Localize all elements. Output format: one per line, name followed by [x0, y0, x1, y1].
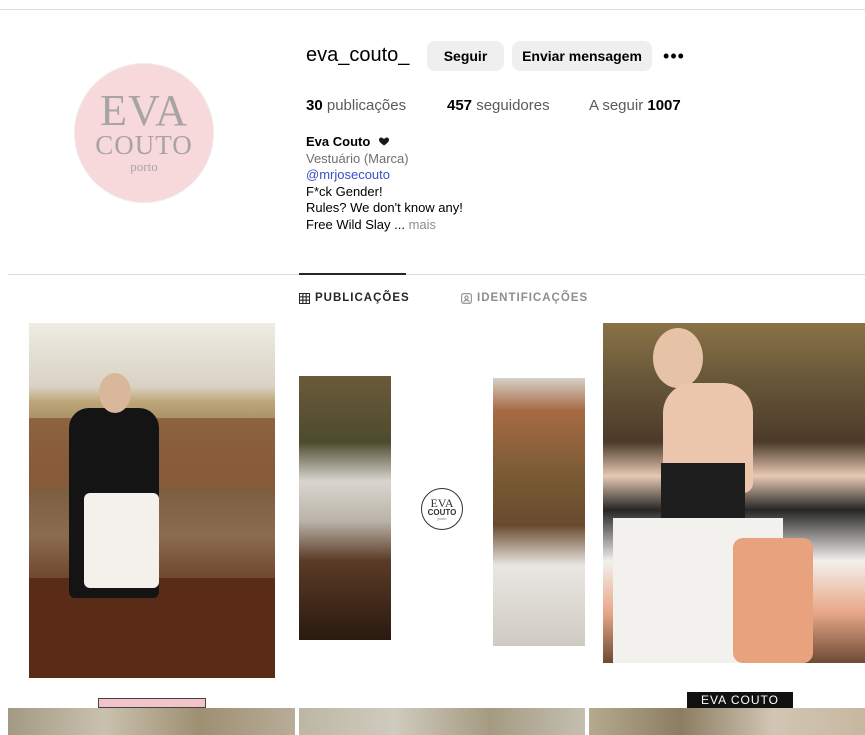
bio-mention-link[interactable]: @mrjosecouto — [306, 167, 463, 184]
followers-label: seguidores — [476, 97, 550, 114]
grid-icon — [299, 292, 310, 304]
tabs-divider — [8, 274, 865, 275]
post-thumbnail-row2-2[interactable] — [299, 708, 585, 735]
posts-stat: 30 publicações — [306, 97, 406, 114]
tab-tagged-label: IDENTIFICAÇÕES — [477, 292, 589, 304]
photo-detail-skirt — [84, 493, 159, 588]
bio-category: Vestuário (Marca) — [306, 150, 409, 166]
follow-button[interactable]: Seguir — [427, 41, 504, 71]
followers-count: 457 — [447, 97, 473, 114]
post-thumbnail-3[interactable] — [493, 378, 585, 646]
posts-count: 30 — [306, 97, 323, 114]
post-thumbnail-2[interactable] — [299, 376, 391, 640]
post-graphic-brand-label: EVA COUTO — [687, 692, 793, 708]
bio-line-2: Rules? We don't know any! — [306, 200, 463, 216]
following-stat[interactable]: A seguir 1007 — [589, 97, 681, 114]
brand-logo-mark: EVA COUTO porto — [421, 488, 463, 530]
send-message-button[interactable]: Enviar mensagem — [512, 41, 652, 71]
post-thumbnail-row2-1[interactable] — [8, 708, 295, 735]
avatar-text-line-1: EVA — [100, 86, 188, 135]
post-thumbnail-4[interactable] — [603, 323, 865, 663]
post-thumbnail-row2-3[interactable] — [589, 708, 865, 735]
bio-line-1: F*ck Gender! — [306, 183, 383, 199]
avatar-text-line-2: COUTO — [95, 130, 193, 160]
photo-detail-head — [653, 328, 703, 388]
tagged-user-icon — [461, 292, 472, 304]
more-options-icon[interactable]: ••• — [662, 42, 686, 70]
post-graphic-pink-strip — [98, 698, 206, 708]
followers-stat[interactable]: 457 seguidores — [447, 97, 550, 114]
tab-tagged[interactable]: IDENTIFICAÇÕES — [461, 292, 588, 304]
brand-logo-line-3: porto — [437, 516, 447, 521]
photo-detail-head — [99, 373, 131, 413]
black-heart-icon — [378, 137, 389, 146]
avatar-text-line-3: porto — [130, 159, 158, 174]
profile-avatar[interactable]: EVA COUTO porto — [74, 63, 214, 203]
bio-name: Eva Couto — [306, 134, 371, 149]
tab-posts-label: PUBLICAÇÕES — [315, 292, 410, 304]
profile-bio: Eva Couto Vestuário (Marca) @mrjosecouto… — [306, 134, 463, 234]
post-thumbnail-1[interactable] — [29, 323, 275, 678]
bio-more-link[interactable]: mais — [409, 217, 436, 232]
posts-label: publicações — [326, 97, 407, 114]
tab-posts[interactable]: PUBLICAÇÕES — [299, 292, 410, 304]
bio-line-3: Free Wild Slay ... — [306, 216, 405, 232]
following-count: 1007 — [647, 97, 681, 114]
active-tab-indicator — [299, 273, 406, 275]
following-label: A seguir — [589, 97, 644, 114]
photo-detail-scarf — [733, 538, 813, 663]
photo-detail-corset — [661, 463, 745, 518]
top-divider — [0, 9, 865, 10]
profile-username: eva_couto_ — [306, 44, 410, 66]
